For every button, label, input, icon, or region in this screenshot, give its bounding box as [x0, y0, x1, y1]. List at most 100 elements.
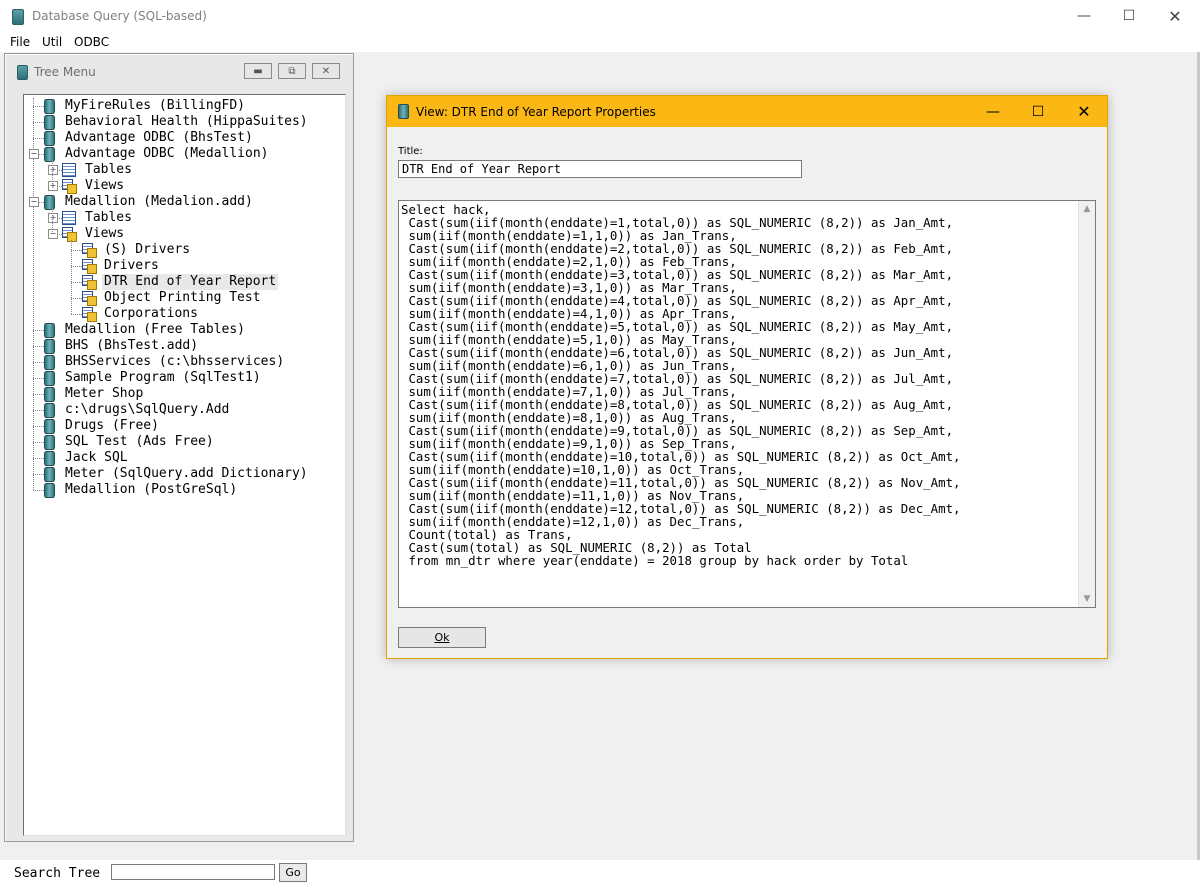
collapse-minus-icon[interactable]: − — [48, 229, 58, 239]
tree-item[interactable]: SQL Test (Ads Free) — [63, 434, 216, 450]
scroll-down-icon[interactable]: ▼ — [1079, 591, 1095, 607]
view-icon — [62, 227, 77, 242]
database-icon — [44, 403, 55, 418]
expand-plus-icon[interactable]: + — [48, 213, 58, 223]
title-field[interactable]: DTR End of Year Report — [398, 160, 802, 178]
database-icon — [44, 435, 55, 450]
tree-connector-line — [33, 378, 44, 379]
tree-menu-titlebar[interactable]: Tree Menu ▬ ⧉ ✕ — [5, 54, 353, 88]
tree-connector-line — [33, 138, 44, 139]
minimize-icon[interactable]: — — [1061, 0, 1107, 32]
search-tree-input[interactable] — [111, 864, 275, 880]
database-icon — [44, 467, 55, 482]
database-icon — [44, 131, 55, 146]
tree-item[interactable]: MyFireRules (BillingFD) — [63, 98, 247, 114]
menu-file[interactable]: File — [10, 35, 30, 49]
tree-item[interactable]: Meter (SqlQuery.add Dictionary) — [63, 466, 310, 482]
maximize-icon[interactable]: ☐ — [1106, 0, 1152, 32]
tree-connector-line — [33, 442, 44, 443]
tree-connector-line — [71, 298, 82, 299]
tree-item[interactable]: Meter Shop — [63, 386, 145, 402]
view-icon — [82, 243, 97, 258]
dialog-maximize-icon[interactable]: ☐ — [1015, 96, 1061, 127]
sql-text: Select hack, Cast(sum(iif(month(enddate)… — [401, 203, 1077, 567]
tree-connector-line — [33, 490, 44, 491]
search-tree-label: Search Tree — [14, 866, 101, 881]
dialog-minimize-icon[interactable]: — — [970, 96, 1016, 127]
dialog-close-icon[interactable]: ✕ — [1061, 96, 1107, 127]
table-icon — [62, 211, 76, 225]
view-icon — [82, 259, 97, 274]
tree-minimize-icon[interactable]: ▬ — [244, 63, 272, 79]
app-title: Database Query (SQL-based) — [32, 9, 207, 23]
tree-item[interactable]: (S) Drivers — [102, 242, 192, 258]
tree-connector-line — [52, 208, 53, 234]
tree-item[interactable]: BHS (BhsTest.add) — [63, 338, 200, 354]
title-field-label: Title: — [398, 146, 423, 157]
collapse-minus-icon[interactable]: − — [29, 197, 39, 207]
database-icon — [44, 355, 55, 370]
table-icon — [62, 163, 76, 177]
tree-item[interactable]: BHSServices (c:\bhsservices) — [63, 354, 286, 370]
tree-item[interactable]: Corporations — [102, 306, 200, 322]
close-icon[interactable]: ✕ — [1152, 0, 1198, 32]
sql-textarea[interactable]: Select hack, Cast(sum(iif(month(enddate)… — [398, 200, 1096, 608]
ok-button-label: Ok — [434, 631, 450, 644]
tree-menu-title: Tree Menu — [34, 65, 96, 79]
tree-connector-line — [52, 160, 53, 186]
menu-bar — [0, 32, 1200, 52]
database-icon — [44, 195, 55, 210]
expand-plus-icon[interactable]: + — [48, 181, 58, 191]
database-icon — [44, 371, 55, 386]
tree-connector-line — [33, 122, 44, 123]
tree-connector-line — [33, 410, 44, 411]
tree-item[interactable]: Advantage ODBC (Medallion) — [63, 146, 271, 162]
tree-item[interactable]: Advantage ODBC (BhsTest) — [63, 130, 255, 146]
tree-item[interactable]: Drivers — [102, 258, 161, 274]
tree-item[interactable]: Medallion (Medalion.add) — [63, 194, 255, 210]
tree-close-icon[interactable]: ✕ — [312, 63, 340, 79]
tree-connector-line — [71, 282, 82, 283]
expand-plus-icon[interactable]: + — [48, 165, 58, 175]
tree-connector-line — [71, 314, 82, 315]
go-button[interactable]: Go — [279, 863, 307, 882]
tree-connector-line — [33, 106, 44, 107]
view-icon — [82, 291, 97, 306]
tree-item[interactable]: Medallion (PostGreSql) — [63, 482, 239, 498]
tree-connector-line — [33, 330, 44, 331]
dialog-database-icon — [398, 104, 409, 119]
dialog-title: View: DTR End of Year Report Properties — [416, 105, 656, 119]
tree-item[interactable]: Tables — [83, 162, 134, 178]
collapse-minus-icon[interactable]: − — [29, 149, 39, 159]
tree-item[interactable]: Drugs (Free) — [63, 418, 161, 434]
tree-item[interactable]: Behavioral Health (HippaSuites) — [63, 114, 310, 130]
tree-item[interactable]: Medallion (Free Tables) — [63, 322, 247, 338]
tree-connector-line — [71, 240, 72, 314]
tree-item[interactable]: Sample Program (SqlTest1) — [63, 370, 263, 386]
tree-menu-icon — [17, 65, 28, 80]
database-icon — [44, 115, 55, 130]
dialog-titlebar[interactable]: View: DTR End of Year Report Properties … — [387, 96, 1107, 127]
database-icon — [44, 339, 55, 354]
tree-item[interactable]: DTR End of Year Report — [102, 274, 279, 290]
tree-connector-line — [33, 394, 44, 395]
app-icon — [12, 9, 24, 25]
tree-item[interactable]: Tables — [83, 210, 134, 226]
tree-item[interactable]: Views — [83, 226, 126, 242]
scroll-up-icon[interactable]: ▲ — [1079, 201, 1095, 217]
sql-scrollbar[interactable]: ▲ ▼ — [1078, 201, 1095, 607]
tree-view[interactable]: MyFireRules (BillingFD) Behavioral Health… — [23, 94, 346, 836]
tree-connector-line — [33, 346, 44, 347]
tree-connector-line — [33, 362, 44, 363]
tree-item[interactable]: c:\drugs\SqlQuery.Add — [63, 402, 231, 418]
tree-item[interactable]: Object Printing Test — [102, 290, 263, 306]
ok-button[interactable]: Ok — [398, 627, 486, 648]
tree-restore-icon[interactable]: ⧉ — [278, 63, 306, 79]
app-titlebar[interactable]: Database Query (SQL-based) — ☐ ✕ — [0, 0, 1200, 32]
menu-util[interactable]: Util — [42, 35, 62, 49]
tree-item[interactable]: Views — [83, 178, 126, 194]
view-icon — [62, 179, 77, 194]
sql-line: from mn_dtr where year(enddate) = 2018 g… — [401, 553, 909, 568]
tree-item[interactable]: Jack SQL — [63, 450, 130, 466]
menu-odbc[interactable]: ODBC — [74, 35, 109, 49]
